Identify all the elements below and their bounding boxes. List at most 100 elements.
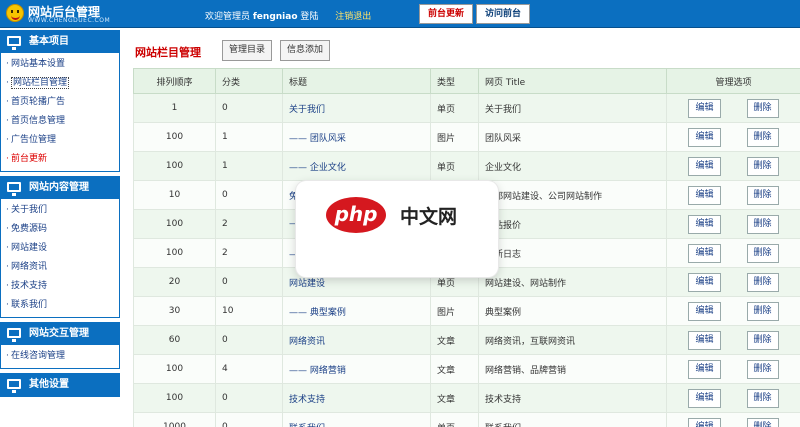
sidebar-item-column-manage[interactable]: 网站栏目管理 (1, 74, 119, 93)
sidebar-item-front-update[interactable]: 前台更新 (1, 150, 119, 169)
cell-title[interactable]: —— 网络营销 (282, 354, 431, 384)
cell-title[interactable]: —— 典型案例 (282, 296, 431, 326)
delete-button[interactable]: 删除 (746, 127, 779, 147)
sidebar-item-news[interactable]: 网络资讯 (1, 258, 119, 277)
cell-page-title: 技术支持 (478, 383, 667, 413)
cell-type: 文章 (430, 354, 479, 384)
cell-title[interactable]: 联系我们 (282, 412, 431, 427)
cell-category: 0 (215, 93, 283, 123)
cell-page-title: 团队风采 (478, 122, 667, 152)
sidebar-group-other: 其他设置 (0, 373, 120, 397)
cell-category: 1 (215, 122, 283, 152)
visit-front-button[interactable]: 访问前台 (476, 4, 531, 24)
delete-button[interactable]: 删除 (746, 417, 779, 427)
cell-sort: 30 (133, 296, 216, 326)
edit-button[interactable]: 编辑 (688, 127, 721, 147)
cell-category: 1 (215, 151, 283, 181)
sidebar-item-about[interactable]: 关于我们 (1, 201, 119, 220)
cell-title[interactable]: 网络资讯 (282, 325, 431, 355)
cell-sort: 100 (133, 122, 216, 152)
cell-sort: 60 (133, 325, 216, 355)
smiley-logo-icon (6, 4, 24, 22)
edit-button[interactable]: 编辑 (688, 359, 721, 379)
cell-category: 10 (215, 296, 283, 326)
edit-button[interactable]: 编辑 (688, 417, 721, 427)
edit-button[interactable]: 编辑 (688, 330, 721, 350)
edit-button[interactable]: 编辑 (688, 272, 721, 292)
sidebar-item-carousel-ads[interactable]: 首页轮播广告 (1, 93, 119, 112)
logout-link[interactable]: 注销退出 (335, 12, 371, 22)
edit-button[interactable]: 编辑 (688, 214, 721, 234)
sidebar-group-title[interactable]: 基本项目 (1, 31, 119, 53)
cell-page-title: 网站建设、网站制作 (478, 267, 667, 297)
sidebar-item-site-settings[interactable]: 网站基本设置 (1, 55, 119, 74)
cell-options: 编辑 删除 (666, 354, 800, 384)
sidebar-item-contact[interactable]: 联系我们 (1, 296, 119, 315)
cell-type: 单页 (430, 93, 479, 123)
delete-button[interactable]: 删除 (746, 359, 779, 379)
delete-button[interactable]: 删除 (746, 330, 779, 350)
cell-title[interactable]: —— 企业文化 (282, 151, 431, 181)
sidebar-item-home-info[interactable]: 首页信息管理 (1, 112, 119, 131)
col-header-page-title: 网页 Title (478, 68, 667, 94)
col-header-options: 管理选项 (666, 68, 800, 94)
cell-page-title: 企业文化 (478, 151, 667, 181)
delete-button[interactable]: 删除 (746, 185, 779, 205)
col-header-sort: 排列顺序 (133, 68, 216, 94)
delete-button[interactable]: 删除 (746, 272, 779, 292)
sidebar: 基本项目 网站基本设置 网站栏目管理 首页轮播广告 首页信息管理 广告位管理 前… (0, 30, 120, 427)
username: fengniao (252, 12, 298, 22)
delete-button[interactable]: 删除 (746, 388, 779, 408)
welcome-message: 欢迎管理员 fengniao 登陆 注销退出 (205, 12, 372, 22)
delete-button[interactable]: 删除 (746, 301, 779, 321)
col-header-type: 类型 (430, 68, 479, 94)
cell-options: 编辑 删除 (666, 93, 800, 123)
sidebar-item-support[interactable]: 技术支持 (1, 277, 119, 296)
delete-button[interactable]: 删除 (746, 156, 779, 176)
cell-sort: 1 (133, 93, 216, 123)
site-logo: 网站后台管理 WWW.CHENGDUEC.COM (6, 3, 116, 25)
cell-title[interactable]: 关于我们 (282, 93, 431, 123)
cell-title[interactable]: —— 团队风采 (282, 122, 431, 152)
sidebar-group-title[interactable]: 网站内容管理 (1, 177, 119, 199)
front-update-button[interactable]: 前台更新 (419, 4, 474, 24)
sidebar-item-ad-slots[interactable]: 广告位管理 (1, 131, 119, 150)
edit-button[interactable]: 编辑 (688, 243, 721, 263)
php-logo: php (326, 197, 386, 233)
edit-button[interactable]: 编辑 (688, 98, 721, 118)
table-header-row: 排列顺序 分类 标题 类型 网页 Title 管理选项 (133, 68, 800, 94)
cell-sort: 100 (133, 354, 216, 384)
sidebar-group-title[interactable]: 其他设置 (1, 374, 119, 396)
cell-title[interactable]: 技术支持 (282, 383, 431, 413)
delete-button[interactable]: 删除 (746, 214, 779, 234)
edit-button[interactable]: 编辑 (688, 301, 721, 321)
cell-options: 编辑 删除 (666, 151, 800, 181)
edit-button[interactable]: 编辑 (688, 156, 721, 176)
edit-button[interactable]: 编辑 (688, 388, 721, 408)
col-header-title: 标题 (282, 68, 431, 94)
toolbar: 网站栏目管理 管理目录 信息添加 (121, 30, 800, 66)
table-row: 100 0 技术支持 文章 技术支持 编辑 删除 (133, 383, 800, 413)
sidebar-item-web-build[interactable]: 网站建设 (1, 239, 119, 258)
sidebar-item-free-source[interactable]: 免费源码 (1, 220, 119, 239)
cell-category: 0 (215, 180, 283, 210)
cell-options: 编辑 删除 (666, 209, 800, 239)
cell-sort: 20 (133, 267, 216, 297)
cell-type: 图片 (430, 122, 479, 152)
delete-button[interactable]: 删除 (746, 98, 779, 118)
delete-button[interactable]: 删除 (746, 243, 779, 263)
cell-type: 文章 (430, 383, 479, 413)
cell-sort: 100 (133, 238, 216, 268)
cell-sort: 100 (133, 383, 216, 413)
table-row: 30 10 —— 典型案例 图片 典型案例 编辑 删除 (133, 296, 800, 326)
sidebar-group-title[interactable]: 网站交互管理 (1, 323, 119, 345)
cell-page-title: 更新日志 (478, 238, 667, 268)
sidebar-item-consult[interactable]: 在线咨询管理 (1, 347, 119, 366)
cell-category: 2 (215, 209, 283, 239)
add-info-button[interactable]: 信息添加 (280, 40, 331, 61)
top-header: 网站后台管理 WWW.CHENGDUEC.COM 欢迎管理员 fengniao … (0, 0, 800, 28)
edit-button[interactable]: 编辑 (688, 185, 721, 205)
manage-directory-button[interactable]: 管理目录 (222, 40, 273, 61)
cell-options: 编辑 删除 (666, 267, 800, 297)
cell-type: 图片 (430, 296, 479, 326)
